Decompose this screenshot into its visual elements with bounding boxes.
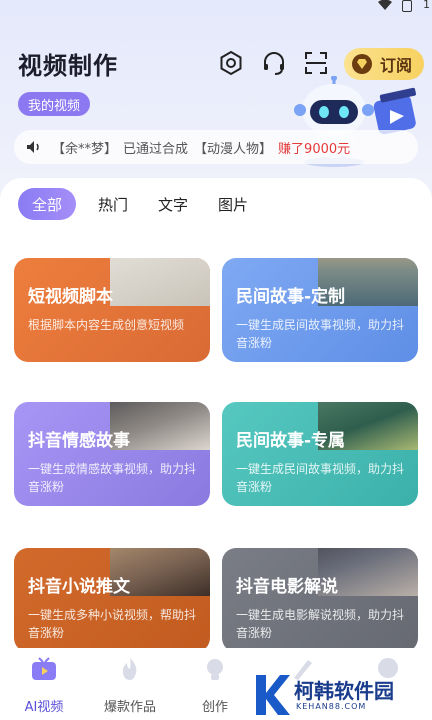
card-desc: 一键生成民间故事视频，助力抖音涨粉 — [236, 462, 405, 494]
nav-hot-works[interactable]: 爆款作品 — [90, 656, 170, 715]
bulb-icon — [207, 659, 223, 680]
card-title: 抖音小说推文 — [28, 577, 130, 597]
status-time: 1 — [423, 0, 430, 11]
tab-all[interactable]: 全部 — [18, 188, 77, 220]
card-desc: 根据脚本内容生成创意短视频 — [28, 318, 185, 332]
card-movie-commentary[interactable]: 抖音电影解说 一键生成电影解说视频，助力抖音涨粉 — [222, 548, 418, 652]
notice-action: 已通过合成 — [123, 141, 189, 157]
subscribe-label: 订阅 — [380, 56, 413, 75]
headset-icon[interactable] — [261, 50, 287, 76]
card-title: 民间故事-定制 — [236, 287, 346, 307]
page-title: 视频制作 — [18, 52, 118, 80]
notice-earnings: 赚了9000元 — [278, 141, 351, 157]
nav-create[interactable]: 创作 — [175, 656, 255, 715]
card-thumbnail — [110, 258, 210, 306]
scan-icon[interactable] — [303, 50, 329, 76]
wifi-icon — [378, 0, 392, 10]
card-short-video-script[interactable]: 短视频脚本 根据脚本内容生成创意短视频 — [14, 258, 210, 362]
card-title: 抖音情感故事 — [28, 431, 130, 451]
status-bar: 1 — [0, 0, 432, 16]
speaker-icon — [27, 141, 39, 153]
card-title: 民间故事-专属 — [236, 431, 346, 451]
nav-label: AI视频 — [24, 700, 64, 715]
site-watermark: 柯韩软件园 KEHAN88.COM — [252, 670, 432, 720]
card-folk-story-custom[interactable]: 民间故事-定制 一键生成民间故事视频，助力抖音涨粉 — [222, 258, 418, 362]
nav-ai-video[interactable]: AI视频 — [4, 656, 84, 715]
card-desc: 一键生成情感故事视频，助力抖音涨粉 — [28, 462, 197, 494]
card-desc: 一键生成电影解说视频，助力抖音涨粉 — [236, 608, 405, 640]
diamond-icon — [352, 54, 372, 74]
card-title: 抖音电影解说 — [236, 577, 338, 597]
nav-label: 创作 — [201, 700, 228, 715]
settings-icon[interactable] — [218, 50, 244, 76]
tab-image[interactable]: 图片 — [218, 188, 248, 220]
card-novel-promo[interactable]: 抖音小说推文 一键生成多种小说视频，帮助抖音涨粉 — [14, 548, 210, 652]
tab-text[interactable]: 文字 — [158, 188, 188, 220]
my-video-button[interactable]: 我的视频 — [18, 92, 91, 116]
tab-hot[interactable]: 热门 — [98, 188, 128, 220]
kehan-logo-icon — [256, 675, 290, 715]
watermark-url: KEHAN88.COM — [296, 701, 367, 711]
card-desc: 一键生成多种小说视频，帮助抖音涨粉 — [28, 608, 197, 640]
card-title: 短视频脚本 — [28, 287, 113, 307]
card-desc: 一键生成民间故事视频，助力抖音涨粉 — [236, 318, 405, 350]
card-folk-story-exclusive[interactable]: 民间故事-专属 一键生成民间故事视频，助力抖音涨粉 — [222, 402, 418, 506]
nav-label: 爆款作品 — [103, 700, 156, 715]
tv-icon — [32, 657, 56, 680]
notice-bar: 【余**梦】 已通过合成 【动漫人物】 赚了9000元 — [14, 130, 418, 164]
watermark-name: 柯韩软件园 — [294, 678, 394, 703]
flame-icon — [122, 658, 137, 680]
notice-category: 【动漫人物】 — [194, 141, 273, 157]
category-tabs: 全部 热门 文字 图片 — [18, 188, 278, 220]
card-emotional-story[interactable]: 抖音情感故事 一键生成情感故事视频，助力抖音涨粉 — [14, 402, 210, 506]
battery-icon — [402, 0, 412, 12]
notice-user: 【余**梦】 — [52, 141, 118, 157]
